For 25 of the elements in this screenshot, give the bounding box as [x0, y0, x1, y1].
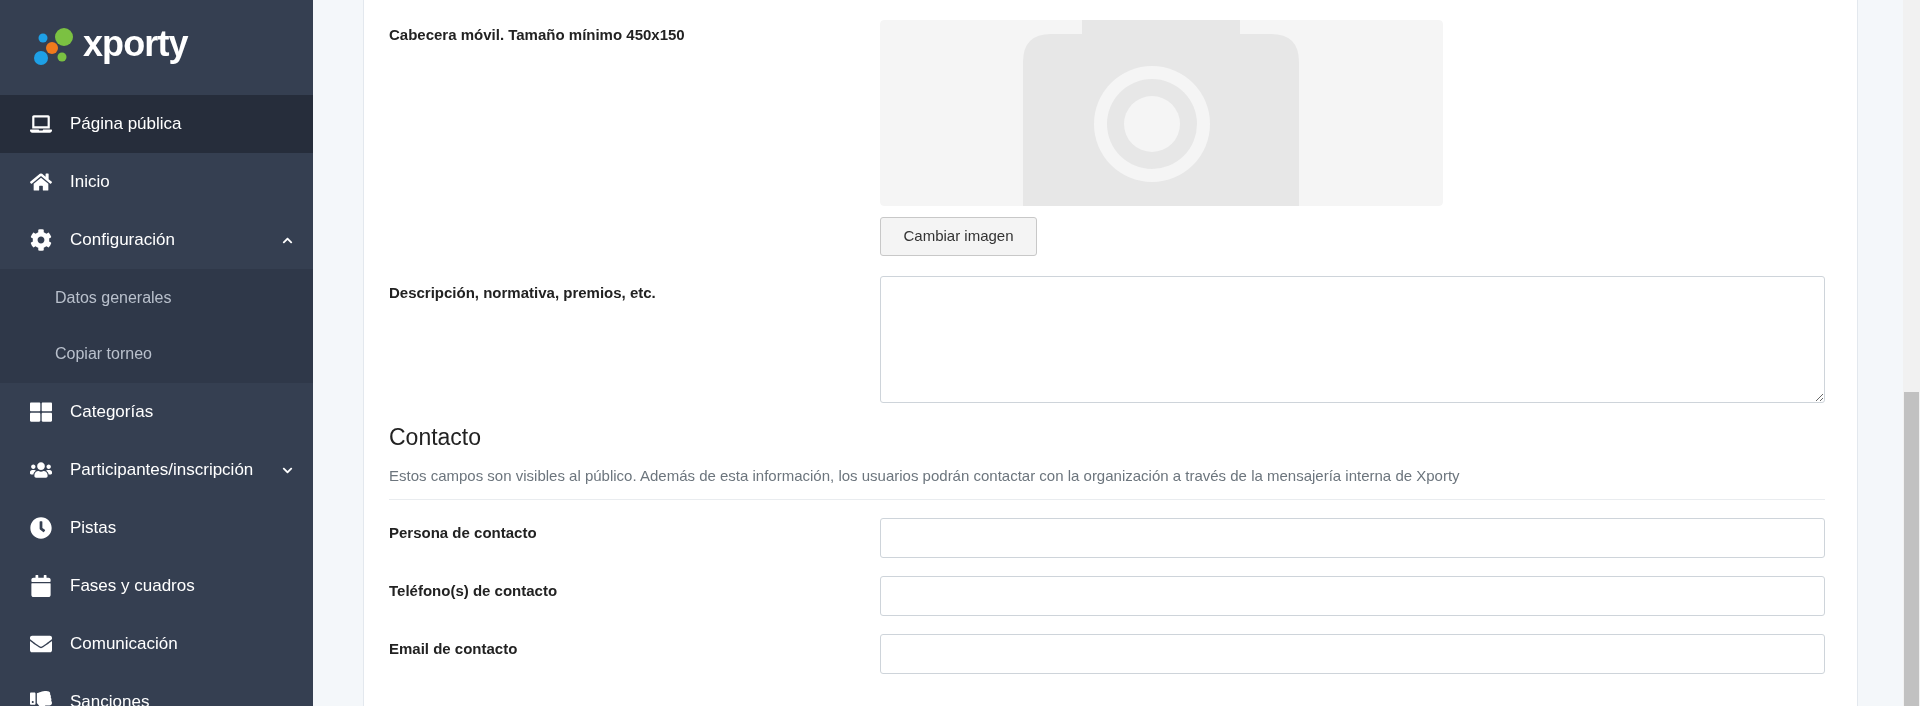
text-field[interactable] — [880, 576, 1825, 616]
calendar-icon — [30, 575, 52, 597]
home-icon — [30, 171, 52, 193]
users-icon — [30, 459, 52, 481]
text-field[interactable] — [880, 634, 1825, 674]
field-label: Persona de contacto — [389, 523, 538, 543]
logo-text: xporty — [83, 25, 188, 66]
section-heading: Contacto — [389, 423, 483, 452]
field-label: Teléfono(s) de contacto — [389, 581, 559, 601]
laptop-icon — [30, 113, 52, 135]
submenu-item[interactable]: Datos generales — [0, 270, 313, 326]
grid-icon — [30, 401, 52, 423]
description-field[interactable] — [880, 276, 1825, 403]
sidebar-item[interactable]: Página pública — [0, 95, 313, 153]
clock-icon — [30, 517, 52, 539]
field-label: Descripción, normativa, premios, etc. — [389, 283, 657, 303]
gear-icon — [30, 229, 52, 251]
submenu-item[interactable]: Copiar torneo — [0, 326, 313, 382]
scrollbar-thumb[interactable] — [1904, 392, 1919, 706]
envelope-icon — [30, 633, 52, 655]
text-field[interactable] — [880, 518, 1825, 558]
field-label: Cabecera móvil. Tamaño mínimo 450x150 — [389, 25, 686, 45]
change-image-button[interactable]: Cambiar imagen — [880, 217, 1037, 256]
field-label: Email de contacto — [389, 639, 519, 659]
section-note: Estos campos son visibles al público. Además de esta información, los usuarios podrán contactar con la organización a través de la mensajería interna de Xporty — [389, 465, 1461, 486]
